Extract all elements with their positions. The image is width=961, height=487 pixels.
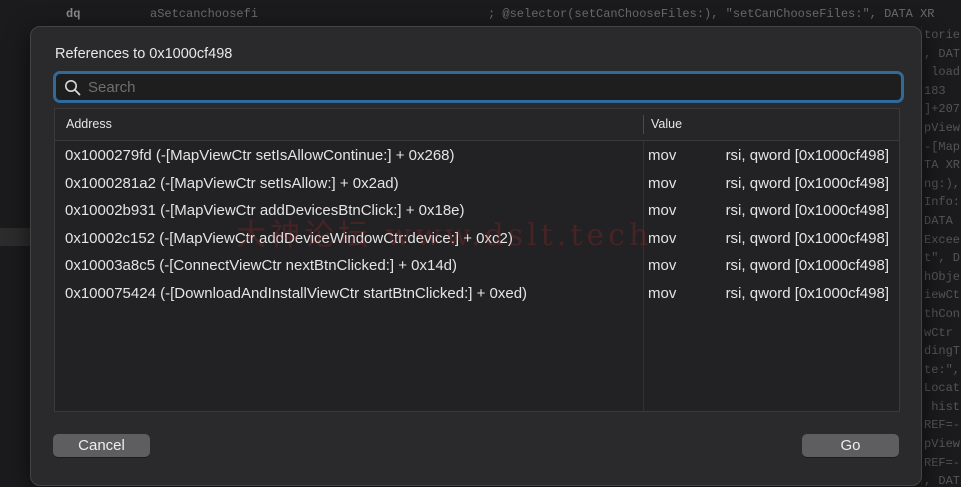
cell-operand: rsi, qword [0x1000cf498]: [725, 285, 889, 302]
cancel-button[interactable]: Cancel: [53, 434, 150, 457]
bg-label: aSetcanchoosefi: [150, 7, 259, 21]
cell-address: 0x10002c152 (-[MapViewCtr addDeviceWindo…: [65, 230, 513, 247]
table-row[interactable]: 0x1000281a2 (-[MapViewCtr setIsAllow:] +…: [55, 170, 899, 197]
cell-mnemonic: mov: [648, 285, 677, 302]
bg-code-fragment: ng:),: [924, 176, 961, 191]
cell-address: 0x1000279fd (-[MapViewCtr setIsAllowCont…: [65, 147, 455, 164]
table-header: Address Value: [55, 109, 899, 141]
bg-code-fragment: ]+207: [924, 102, 961, 117]
cell-mnemonic: mov: [648, 147, 677, 164]
bg-left-selection: [0, 228, 30, 246]
column-divider[interactable]: [643, 115, 644, 134]
bg-code-fragment: dingT: [924, 344, 961, 359]
column-header-address[interactable]: Address: [66, 117, 112, 131]
bg-code-fragment: wCtr: [924, 325, 961, 340]
disassembly-right-column: torie , DAT load 183 ]+207 pView -[Map TA XR ng…: [922, 26, 961, 487]
cell-mnemonic: mov: [648, 230, 677, 247]
bg-code-fragment: te:",: [924, 362, 961, 377]
bg-code-fragment: pView: [924, 120, 961, 135]
column-header-value[interactable]: Value: [651, 117, 682, 131]
references-table: Address Value 0x1000279fd (-[MapViewCtr …: [54, 108, 900, 412]
references-dialog: References to 0x1000cf498 Address Value …: [30, 26, 922, 486]
search-input[interactable]: [88, 76, 888, 98]
cell-address: 0x100075424 (-[DownloadAndInstallViewCtr…: [65, 285, 528, 302]
bg-code-fragment: 183: [924, 83, 946, 98]
cell-mnemonic: mov: [648, 202, 677, 219]
cell-operand: rsi, qword [0x1000cf498]: [725, 175, 889, 192]
cell-address: 0x10003a8c5 (-[ConnectViewCtr nextBtnCli…: [65, 257, 458, 274]
cell-operand: rsi, qword [0x1000cf498]: [725, 147, 889, 164]
bg-code-fragment: Locat: [924, 381, 961, 396]
bg-code-fragment: Excee: [924, 232, 961, 247]
bg-code-fragment: pView: [924, 437, 961, 452]
bg-code-fragment: TA XR: [924, 158, 961, 173]
cell-mnemonic: mov: [648, 175, 677, 192]
bg-code-fragment: REF=-: [924, 455, 961, 470]
table-row[interactable]: 0x10002b931 (-[MapViewCtr addDevicesBtnC…: [55, 197, 899, 224]
bg-code-fragment: , DAT: [924, 46, 961, 61]
search-icon: [65, 80, 81, 96]
table-row[interactable]: 0x10002c152 (-[MapViewCtr addDeviceWindo…: [55, 225, 899, 252]
cell-operand: rsi, qword [0x1000cf498]: [725, 230, 889, 247]
bg-code-fragment: load: [924, 65, 961, 80]
bg-code-fragment: -[Map: [924, 139, 961, 154]
bg-code-fragment: hObje: [924, 269, 961, 284]
bg-code-fragment: DATA: [924, 213, 961, 228]
bg-code-fragment: torie: [924, 28, 961, 42]
bg-code-fragment: thCon: [924, 306, 961, 321]
bg-code-fragment: REF=-: [924, 418, 961, 433]
table-row[interactable]: 0x10003a8c5 (-[ConnectViewCtr nextBtnCli…: [55, 252, 899, 279]
cell-address: 0x10002b931 (-[MapViewCtr addDevicesBtnC…: [65, 202, 465, 219]
search-field[interactable]: [53, 71, 904, 103]
cell-operand: rsi, qword [0x1000cf498]: [725, 202, 889, 219]
cell-address: 0x1000281a2 (-[MapViewCtr setIsAllow:] +…: [65, 175, 399, 192]
table-row[interactable]: 0x100075424 (-[DownloadAndInstallViewCtr…: [55, 280, 899, 307]
cell-mnemonic: mov: [648, 257, 677, 274]
dialog-title: References to 0x1000cf498: [55, 46, 233, 62]
bg-code-fragment: t", D: [924, 251, 961, 266]
bg-code-fragment: iewCt: [924, 288, 961, 303]
bg-code-fragment: Info:: [924, 195, 961, 210]
bg-code-fragment: , DAT: [924, 474, 961, 487]
cell-operand: rsi, qword [0x1000cf498]: [725, 257, 889, 274]
go-button[interactable]: Go: [802, 434, 899, 457]
bg-code-fragment: hist: [924, 399, 961, 414]
bg-comment: ; @selector(setCanChooseFiles:), "setCan…: [488, 7, 935, 21]
bg-mnemonic: dq: [66, 7, 81, 21]
table-row[interactable]: 0x1000279fd (-[MapViewCtr setIsAllowCont…: [55, 142, 899, 169]
